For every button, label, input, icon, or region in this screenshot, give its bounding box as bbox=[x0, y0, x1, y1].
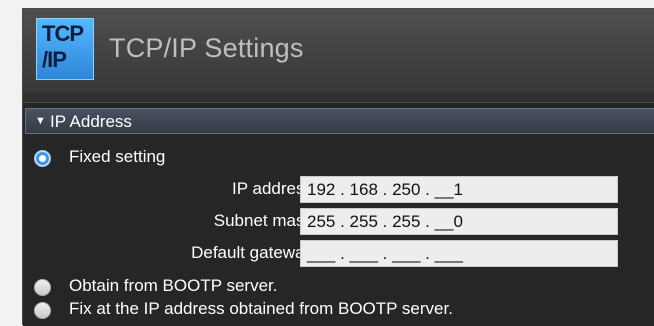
ip-address-field[interactable]: 192 . 168 . 250 . __1 bbox=[300, 176, 618, 203]
page-title: TCP/IP Settings bbox=[109, 33, 304, 63]
settings-panel: TCP /IP TCP/IP Settings ▼ IP Address Fix… bbox=[22, 8, 654, 326]
subnet-mask-field[interactable]: 255 . 255 . 255 . __0 bbox=[300, 208, 618, 235]
default-gateway-field[interactable]: ___ . ___ . ___ . ___ bbox=[300, 240, 618, 267]
section-title: IP Address bbox=[50, 112, 132, 131]
default-gateway-label: Default gateway bbox=[191, 243, 313, 262]
fix-bootp-radio[interactable] bbox=[34, 302, 51, 319]
bootp-label: Obtain from BOOTP server. bbox=[69, 276, 278, 295]
fix-bootp-label: Fix at the IP address obtained from BOOT… bbox=[69, 299, 453, 318]
settings-content: ▼ IP Address Fixed setting IP address 19… bbox=[23, 102, 654, 326]
triangle-down-icon: ▼ bbox=[35, 115, 46, 127]
fixed-setting-radio[interactable] bbox=[34, 150, 51, 167]
tcp-ip-icon-bottom: /IP bbox=[42, 47, 67, 72]
fixed-setting-label: Fixed setting bbox=[69, 147, 166, 166]
panel-header: TCP /IP TCP/IP Settings bbox=[23, 9, 654, 93]
ip-address-section-header[interactable]: ▼ IP Address bbox=[25, 108, 654, 134]
bootp-radio[interactable] bbox=[34, 279, 51, 296]
tcp-ip-icon: TCP /IP bbox=[36, 18, 94, 80]
tcp-ip-icon-top: TCP bbox=[42, 21, 84, 46]
subnet-mask-label: Subnet mask bbox=[213, 211, 313, 230]
